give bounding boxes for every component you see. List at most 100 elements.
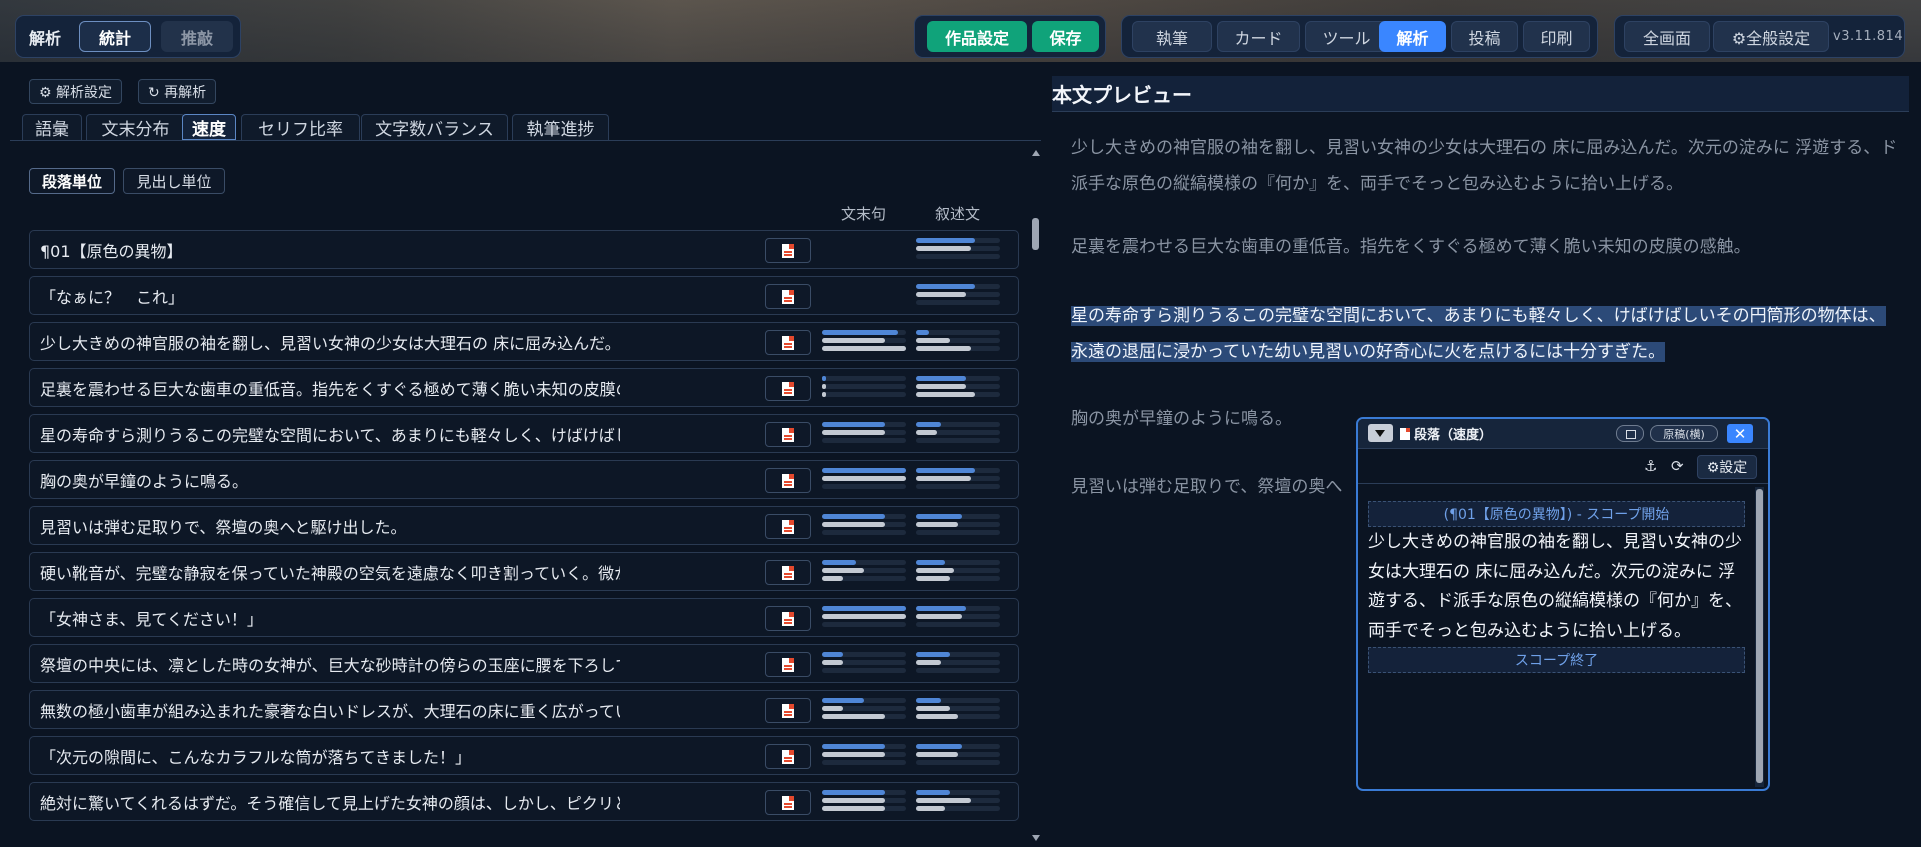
list-scrollbar[interactable]	[1031, 144, 1041, 847]
paragraph-row[interactable]: 祭壇の中央には、凛とした時の女神が、巨大な砂時計の傍らの玉座に腰を下ろしていた。	[29, 644, 1019, 683]
narrative-bars	[916, 744, 1000, 770]
sentence-end-bars	[822, 790, 906, 816]
open-paragraph-button[interactable]	[765, 560, 811, 585]
tab-dialogue-ratio[interactable]: セリフ比率	[241, 114, 360, 140]
popup-scrollbar-thumb[interactable]	[1756, 489, 1763, 783]
paragraph-row[interactable]: 無数の極小歯車が組み込まれた豪奢な白いドレスが、大理石の床に重く広がっている。見…	[29, 690, 1019, 729]
paragraph-row-text: 「女神さま、見てください！」	[40, 609, 263, 629]
metric-bar-fill	[916, 238, 975, 243]
metric-bar	[822, 438, 906, 443]
layout-mode-toggle[interactable]: 原稿(横)	[1650, 425, 1718, 442]
popup-toolbar: ⚓ ⟳ ⚙設定	[1358, 450, 1768, 484]
paragraph-row[interactable]: 硬い靴音が、完璧な静寂を保っていた神殿の空気を遠慮なく叩き割っていく。微かな罪悪…	[29, 552, 1019, 591]
tab-stats[interactable]: 統計	[79, 21, 151, 52]
scroll-down-icon[interactable]	[1032, 835, 1040, 841]
metric-bar	[822, 668, 906, 673]
metric-bar	[822, 744, 906, 749]
paragraph-row[interactable]: 星の寿命すら測りうるこの完璧な空間において、あまりにも軽々しく、けばけばしいその…	[29, 414, 1019, 453]
open-paragraph-button[interactable]	[765, 514, 811, 539]
preview-paragraph[interactable]: 少し大きめの神官服の袖を翻し、見習い女神の少女は大理石の 床に屈み込んだ。次元の…	[1071, 130, 1901, 202]
metric-bar-fill	[822, 560, 856, 565]
metric-bar	[916, 438, 1000, 443]
metric-bar-fill	[916, 568, 954, 573]
popup-settings-button[interactable]: ⚙設定	[1697, 455, 1757, 479]
document-icon	[782, 749, 794, 764]
preview-paragraph[interactable]: 足裏を震わせる巨大な歯車の重低音。指先をくすぐる極めて薄く脆い未知の皮膜の感触。	[1071, 229, 1901, 265]
paragraph-row[interactable]: ¶01【原色の異物】	[29, 230, 1019, 269]
tab-speed[interactable]: 速度	[182, 114, 236, 140]
paragraph-row[interactable]: 「なぁに？ これ」	[29, 276, 1019, 315]
collapse-icon[interactable]	[1368, 424, 1393, 442]
open-paragraph-button[interactable]	[765, 468, 811, 493]
unit-heading-button[interactable]: 見出し単位	[123, 168, 225, 194]
metric-bar	[916, 392, 1000, 397]
global-actions-group: 全画面 ⚙全般設定 v3.11.814	[1614, 15, 1905, 58]
paragraph-row[interactable]: 足裏を震わせる巨大な歯車の重低音。指先をくすぐる極めて薄く脆い未知の皮膜の感触。	[29, 368, 1019, 407]
paragraph-row[interactable]: 絶対に驚いてくれるはずだ。そう確信して見上げた女神の顔は、しかし、ピクリとも動か…	[29, 782, 1019, 821]
close-button[interactable]: ✕	[1727, 424, 1753, 443]
paragraph-row[interactable]: 「女神さま、見てください！」	[29, 598, 1019, 637]
paragraph-row[interactable]: 胸の奥が早鐘のように鳴る。	[29, 460, 1019, 499]
open-paragraph-button[interactable]	[765, 790, 811, 815]
open-paragraph-button[interactable]	[765, 238, 811, 263]
mode-tab-write[interactable]: 執筆	[1132, 21, 1212, 52]
work-settings-button[interactable]: 作品設定	[927, 21, 1027, 52]
scroll-up-icon[interactable]	[1032, 150, 1040, 156]
metric-bar-fill	[916, 790, 950, 795]
reanalyze-button[interactable]: ↻ 再解析	[138, 79, 217, 104]
paragraph-row[interactable]: 「次元の隙間に、こんなカラフルな筒が落ちてきました！」	[29, 736, 1019, 775]
metric-bar-fill	[916, 744, 962, 749]
analysis-settings-button[interactable]: ⚙ 解析設定	[29, 79, 123, 104]
metric-bar-fill	[822, 376, 826, 381]
mode-tab-cards[interactable]: カード	[1217, 21, 1300, 52]
mode-tab-analysis[interactable]: 解析	[1379, 21, 1446, 52]
refresh-icon[interactable]: ⟳	[1671, 457, 1684, 475]
metric-bar	[916, 254, 1000, 259]
unit-paragraph-button[interactable]: 段落単位	[29, 168, 115, 194]
tab-char-balance[interactable]: 文字数バランス	[361, 114, 508, 140]
metric-bar	[916, 484, 1000, 489]
narrative-bars	[916, 330, 1000, 356]
fullscreen-button[interactable]: 全画面	[1624, 21, 1710, 52]
save-button[interactable]: 保存	[1032, 21, 1099, 52]
version-label: v3.11.814	[1833, 29, 1904, 44]
open-paragraph-button[interactable]	[765, 744, 811, 769]
open-paragraph-button[interactable]	[765, 606, 811, 631]
metric-bar	[916, 614, 1000, 619]
scrollbar-thumb[interactable]	[1032, 218, 1039, 250]
preview-paragraph-highlighted[interactable]: 星の寿命すら測りうるこの完璧な空間において、あまりにも軽々しく、けばけばしいその…	[1071, 298, 1901, 370]
pin-window-icon[interactable]	[1616, 425, 1644, 442]
metric-bar-fill	[916, 292, 966, 297]
analysis-label: 解析	[28, 28, 61, 48]
popup-scrollbar[interactable]	[1755, 487, 1764, 787]
metric-bar	[822, 606, 906, 611]
mode-tab-print[interactable]: 印刷	[1523, 21, 1590, 52]
metric-bar	[822, 392, 906, 397]
metric-bar	[822, 514, 906, 519]
metric-bar-fill	[916, 576, 950, 581]
document-icon	[782, 335, 794, 350]
mode-tab-post[interactable]: 投稿	[1451, 21, 1518, 52]
open-paragraph-button[interactable]	[765, 284, 811, 309]
global-settings-button[interactable]: ⚙全般設定	[1713, 21, 1829, 52]
paragraph-row[interactable]: 少し大きめの神官服の袖を翻し、見習い女神の少女は大理石の 床に屈み込んだ。次元の…	[29, 322, 1019, 361]
open-paragraph-button[interactable]	[765, 698, 811, 723]
open-paragraph-button[interactable]	[765, 652, 811, 677]
tab-sentence-end[interactable]: 文末分布	[86, 114, 185, 140]
tab-revise[interactable]: 推敲	[161, 21, 233, 52]
tab-vocabulary[interactable]: 語彙	[22, 114, 82, 140]
anchor-icon[interactable]: ⚓	[1644, 457, 1657, 475]
open-paragraph-button[interactable]	[765, 376, 811, 401]
popup-paragraph-text[interactable]: 少し大きめの神官服の袖を翻し、見習い女神の少女は大理石の 床に屈み込んだ。次元の…	[1368, 527, 1745, 647]
sentence-end-bars	[822, 422, 906, 448]
mode-tab-tools[interactable]: ツール	[1305, 21, 1388, 52]
paragraph-row[interactable]: 見習いは弾む足取りで、祭壇の奥へと駆け出した。	[29, 506, 1019, 545]
metric-bar-fill	[822, 798, 885, 803]
open-paragraph-button[interactable]	[765, 330, 811, 355]
popup-title-text: 段落（速度）	[1414, 428, 1493, 443]
metric-bar-fill	[822, 576, 843, 581]
analysis-mode-group: 解析 統計 推敲	[15, 15, 241, 58]
open-paragraph-button[interactable]	[765, 422, 811, 447]
metric-bar	[822, 798, 906, 803]
tab-writing-progress[interactable]: 執筆進捗	[512, 114, 609, 140]
